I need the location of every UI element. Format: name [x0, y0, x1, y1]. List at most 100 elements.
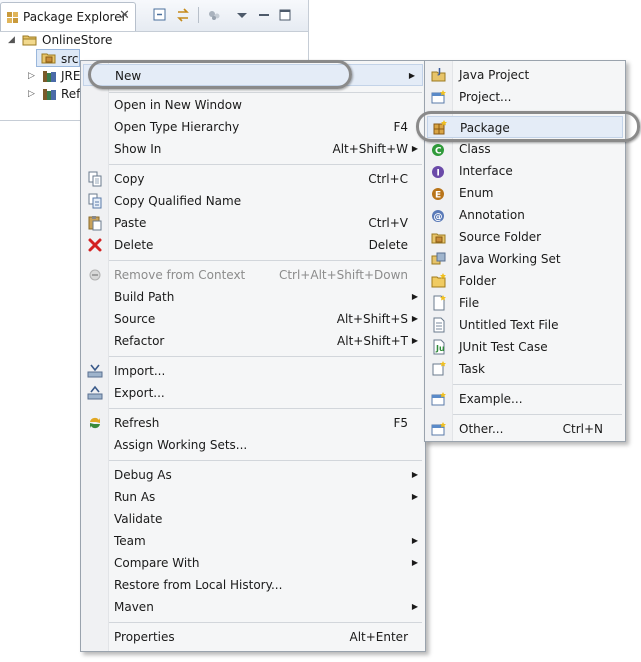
menu-item-label: JUnit Test Case — [459, 340, 548, 354]
paste-icon — [87, 215, 103, 231]
maximize-icon[interactable] — [277, 7, 293, 23]
menu-item-assign-working-sets[interactable]: Assign Working Sets... — [81, 434, 425, 456]
menu-item-label: Open Type Hierarchy — [114, 120, 240, 134]
menu-item-label: Refresh — [114, 416, 160, 430]
collapsed-twisty-icon[interactable]: ▷ — [28, 85, 35, 103]
example-icon — [431, 391, 447, 407]
menu-item-shortcut: Delete — [368, 238, 408, 252]
menu-item-maven[interactable]: Maven ▶ — [81, 596, 425, 618]
focus-task-icon[interactable] — [206, 7, 222, 23]
collapsed-twisty-icon[interactable]: ▷ — [28, 67, 35, 85]
submenu-item-java-project[interactable]: J Java Project — [425, 64, 625, 86]
menu-item-label: Open in New Window — [114, 98, 242, 112]
menu-item-label: Enum — [459, 186, 494, 200]
menu-item-copy-qualified-name[interactable]: Copy Qualified Name — [81, 190, 425, 212]
view-menu-icon[interactable] — [234, 7, 250, 23]
copy-icon — [87, 171, 103, 187]
submenu-item-java-working-set[interactable]: Java Working Set — [425, 248, 625, 270]
menu-item-source[interactable]: Source Alt+Shift+S ▶ — [81, 308, 425, 330]
menu-item-build-path[interactable]: Build Path ▶ — [81, 286, 425, 308]
submenu-item-folder[interactable]: Folder — [425, 270, 625, 292]
tree-item-ref[interactable]: ▷ Ref — [0, 85, 80, 103]
menu-item-refresh[interactable]: Refresh F5 — [81, 412, 425, 434]
menu-item-run-as[interactable]: Run As ▶ — [81, 486, 425, 508]
project-wizard-icon — [431, 89, 447, 105]
menu-item-label: Team — [114, 534, 146, 548]
menu-item-label: Folder — [459, 274, 497, 288]
minimize-icon[interactable] — [256, 7, 272, 23]
menu-item-validate[interactable]: Validate — [81, 508, 425, 530]
menu-item-import[interactable]: Import... — [81, 360, 425, 382]
menu-item-label: Project... — [459, 90, 512, 104]
new-source-folder-icon — [431, 229, 447, 245]
menu-separator — [109, 164, 422, 165]
menu-item-export[interactable]: Export... — [81, 382, 425, 404]
submenu-arrow-icon: ▶ — [411, 602, 418, 611]
menu-item-label: Copy Qualified Name — [114, 194, 242, 208]
tree-item-src[interactable]: src — [36, 49, 80, 67]
remove-context-icon — [87, 267, 103, 283]
tree-item-label: Ref — [61, 87, 81, 101]
collapse-all-icon[interactable] — [152, 7, 168, 23]
annotation-icon: @ — [431, 207, 447, 223]
working-set-icon — [431, 251, 447, 267]
tree-item-onlinestore[interactable]: ◢ OnlineStore — [0, 31, 300, 49]
submenu-item-example[interactable]: Example... — [425, 388, 625, 410]
library-icon — [42, 86, 58, 102]
menu-item-remove-from-context: Remove from Context Ctrl+Alt+Shift+Down — [81, 264, 425, 286]
package-explorer-tab[interactable]: Package Explorer ✕ — [0, 2, 136, 31]
menu-separator — [453, 384, 622, 385]
menu-item-shortcut: Ctrl+C — [368, 172, 408, 186]
submenu-item-other[interactable]: Other... Ctrl+N — [425, 418, 625, 440]
delete-icon — [87, 237, 103, 253]
tree-item-label: OnlineStore — [42, 33, 113, 47]
submenu-item-project[interactable]: Project... — [425, 86, 625, 108]
menu-item-paste[interactable]: Paste Ctrl+V — [81, 212, 425, 234]
submenu-arrow-icon: ▶ — [411, 558, 418, 567]
menu-item-label: File — [459, 296, 480, 310]
menu-item-label: Refactor — [114, 334, 165, 348]
export-icon — [87, 385, 103, 401]
submenu-item-file[interactable]: File — [425, 292, 625, 314]
menu-item-compare-with[interactable]: Compare With ▶ — [81, 552, 425, 574]
menu-item-shortcut: Alt+Shift+T — [337, 334, 408, 348]
menu-item-label: Debug As — [114, 468, 172, 482]
submenu-item-interface[interactable]: I Interface — [425, 160, 625, 182]
menu-item-delete[interactable]: Delete Delete — [81, 234, 425, 256]
copy-qualified-icon — [87, 193, 103, 209]
menu-item-shortcut: Ctrl+V — [368, 216, 408, 230]
svg-text:I: I — [437, 169, 440, 179]
submenu-item-junit-test-case[interactable]: Ju JUnit Test Case — [425, 336, 625, 358]
enum-icon: E — [431, 185, 447, 201]
menu-item-show-in[interactable]: Show In Alt+Shift+W ▶ — [81, 138, 425, 160]
menu-item-label: Import... — [114, 364, 166, 378]
submenu-item-untitled-text-file[interactable]: Untitled Text File — [425, 314, 625, 336]
menu-item-refactor[interactable]: Refactor Alt+Shift+T ▶ — [81, 330, 425, 352]
menu-item-restore-from-local-history[interactable]: Restore from Local History... — [81, 574, 425, 596]
menu-item-team[interactable]: Team ▶ — [81, 530, 425, 552]
menu-separator — [109, 92, 422, 93]
toolbar-divider — [198, 7, 199, 23]
tree-item-jre[interactable]: ▷ JRE — [0, 67, 80, 85]
menu-item-label: Delete — [114, 238, 154, 252]
menu-item-debug-as[interactable]: Debug As ▶ — [81, 464, 425, 486]
menu-item-shortcut: Ctrl+N — [562, 422, 603, 436]
menu-item-label: Show In — [114, 142, 162, 156]
close-icon[interactable]: ✕ — [119, 8, 130, 23]
callout-new-highlight — [88, 60, 352, 89]
submenu-item-annotation[interactable]: @ Annotation — [425, 204, 625, 226]
text-file-icon — [431, 317, 447, 333]
submenu-arrow-icon: ▶ — [411, 492, 418, 501]
menu-item-label: Paste — [114, 216, 147, 230]
menu-item-copy[interactable]: Copy Ctrl+C — [81, 168, 425, 190]
menu-item-open-type-hierarchy[interactable]: Open Type Hierarchy F4 — [81, 116, 425, 138]
menu-item-open-in-new-window[interactable]: Open in New Window — [81, 94, 425, 116]
submenu-item-enum[interactable]: E Enum — [425, 182, 625, 204]
expanded-twisty-icon[interactable]: ◢ — [8, 31, 15, 49]
menu-item-properties[interactable]: Properties Alt+Enter — [81, 626, 425, 648]
submenu-item-source-folder[interactable]: Source Folder — [425, 226, 625, 248]
submenu-item-task[interactable]: Task — [425, 358, 625, 380]
link-with-editor-icon[interactable] — [175, 7, 191, 23]
menu-item-shortcut: F4 — [393, 120, 408, 134]
library-icon — [42, 68, 58, 84]
